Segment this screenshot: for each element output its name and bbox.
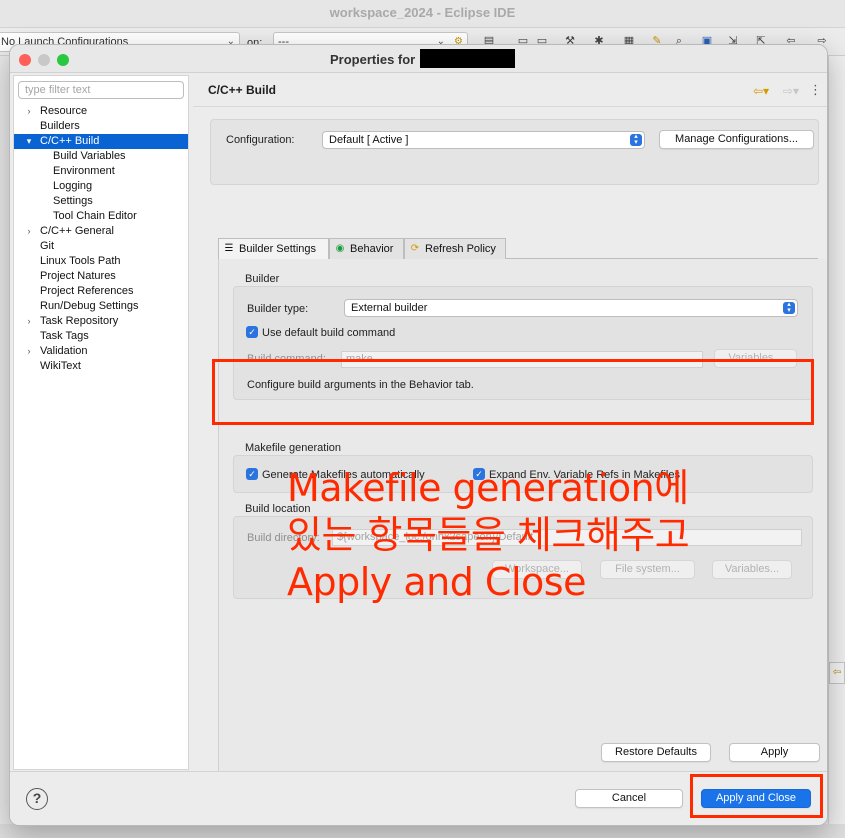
tree-item-settings[interactable]: Settings bbox=[14, 194, 188, 209]
tab-behavior-label: Behavior bbox=[350, 243, 394, 255]
tree-item-label: Resource bbox=[40, 105, 88, 117]
tree-item-label: Build Variables bbox=[53, 150, 126, 162]
tree-item-label: Task Repository bbox=[40, 315, 119, 327]
manage-configurations-button[interactable]: Manage Configurations... bbox=[659, 130, 814, 149]
ide-back-nav-icon[interactable]: ⇦ bbox=[829, 662, 845, 684]
tree-item-run-debug-settings[interactable]: Run/Debug Settings bbox=[14, 299, 188, 314]
select-stepper-icon: ▴ ▾ bbox=[630, 133, 642, 146]
tab-builder-settings-label: Builder Settings bbox=[239, 243, 317, 255]
properties-dialog: Properties for › Resource Builders ▾ C/C++ B… bbox=[9, 44, 828, 826]
generate-makefiles-checkbox[interactable]: ✓ bbox=[246, 468, 258, 480]
back-arrow-icon[interactable]: ⇦▾ bbox=[753, 84, 769, 98]
property-page-tree: › Resource Builders ▾ C/C++ Build Build Varia… bbox=[14, 104, 188, 374]
tree-item-label: Run/Debug Settings bbox=[40, 300, 139, 312]
builder-type-value: External builder bbox=[351, 302, 428, 314]
chevron-right-icon[interactable]: › bbox=[24, 224, 34, 239]
tree-item-linux-tools-path[interactable]: Linux Tools Path bbox=[14, 254, 188, 269]
tree-item-build-variables[interactable]: Build Variables bbox=[14, 149, 188, 164]
tab-refresh-policy-label: Refresh Policy bbox=[425, 243, 496, 255]
tree-item-git[interactable]: Git bbox=[14, 239, 188, 254]
tree-item-environment[interactable]: Environment bbox=[14, 164, 188, 179]
select-stepper-icon: ▴ ▾ bbox=[783, 301, 795, 314]
tree-item-c-c-build[interactable]: ▾ C/C++ Build bbox=[14, 134, 188, 149]
tab-refresh-policy[interactable]: ⟳ Refresh Policy bbox=[404, 238, 506, 260]
builder-type-label: Builder type: bbox=[247, 303, 309, 315]
tree-item-c-c-general[interactable]: › C/C++ General bbox=[14, 224, 188, 239]
behavior-icon: ◉ bbox=[335, 243, 345, 254]
tree-item-label: Builders bbox=[40, 120, 80, 132]
apply-and-close-highlight-box bbox=[690, 774, 823, 818]
view-menu-icon[interactable]: ⋮ bbox=[809, 82, 822, 98]
tab-builder-settings[interactable]: ☰ Builder Settings bbox=[218, 238, 329, 260]
configuration-value: Default [ Active ] bbox=[329, 134, 409, 146]
tree-item-label: Logging bbox=[53, 180, 93, 192]
tree-item-wikitext[interactable]: WikiText bbox=[14, 359, 188, 374]
tree-item-logging[interactable]: Logging bbox=[14, 179, 188, 194]
cancel-button[interactable]: Cancel bbox=[575, 789, 683, 808]
tree-item-label: C/C++ Build bbox=[40, 135, 100, 147]
tree-item-label: Tool Chain Editor bbox=[53, 210, 137, 222]
tree-item-task-tags[interactable]: Task Tags bbox=[14, 329, 188, 344]
dialog-title: Properties for bbox=[330, 52, 416, 67]
tree-item-label: Project Natures bbox=[40, 270, 116, 282]
makefile-highlight-box bbox=[212, 359, 814, 425]
tree-item-label: WikiText bbox=[40, 360, 81, 372]
filter-input[interactable] bbox=[18, 81, 184, 99]
ide-window-title: workspace_2024 - Eclipse IDE bbox=[0, 0, 845, 28]
tree-item-label: C/C++ General bbox=[40, 225, 114, 237]
tree-item-label: Project References bbox=[40, 285, 134, 297]
property-page-tree-panel: › Resource Builders ▾ C/C++ Build Build Varia… bbox=[13, 75, 189, 770]
annotation-line: 있는 항목들을 체크해주고 bbox=[287, 513, 690, 557]
builder-settings-icon: ☰ bbox=[224, 243, 234, 254]
chevron-right-icon[interactable]: › bbox=[24, 104, 34, 119]
refresh-policy-icon: ⟳ bbox=[410, 243, 420, 254]
restore-defaults-button[interactable]: Restore Defaults bbox=[601, 743, 711, 762]
tree-item-label: Settings bbox=[53, 195, 93, 207]
use-default-build-command-label: Use default build command bbox=[262, 327, 396, 339]
tree-item-validation[interactable]: › Validation bbox=[14, 344, 188, 359]
forward-arrow-icon[interactable]: ⇨▾ bbox=[783, 84, 799, 98]
tab-behavior[interactable]: ◉ Behavior bbox=[329, 238, 404, 260]
chevron-right-icon[interactable]: › bbox=[24, 314, 34, 329]
tree-item-label: Task Tags bbox=[40, 330, 89, 342]
tree-item-tool-chain-editor[interactable]: Tool Chain Editor bbox=[14, 209, 188, 224]
tree-item-label: Git bbox=[40, 240, 55, 252]
builder-group-title: Builder bbox=[245, 273, 280, 285]
tree-item-project-natures[interactable]: Project Natures bbox=[14, 269, 188, 284]
close-window-button[interactable] bbox=[19, 54, 31, 66]
zoom-window-button[interactable] bbox=[57, 54, 69, 66]
tree-item-builders[interactable]: Builders bbox=[14, 119, 188, 134]
builder-type-select[interactable]: External builder ▴ ▾ bbox=[344, 299, 798, 317]
dialog-titlebar: Properties for bbox=[10, 45, 827, 73]
ide-right-edge bbox=[828, 56, 845, 838]
annotation-line: Makefile generation에 bbox=[287, 466, 689, 510]
tree-item-resource[interactable]: › Resource bbox=[14, 104, 188, 119]
configuration-group: Configuration: Default [ Active ] ▴ ▾ Man… bbox=[210, 119, 819, 185]
chevron-right-icon[interactable]: › bbox=[24, 344, 34, 359]
tab-bar: ☰ Builder Settings ◉ Behavior ⟳ Refresh … bbox=[218, 238, 818, 260]
page-title: C/C++ Build bbox=[208, 83, 277, 97]
ide-status-strip bbox=[0, 824, 845, 838]
tree-item-label: Environment bbox=[53, 165, 115, 177]
help-icon[interactable]: ? bbox=[26, 788, 48, 810]
redacted-project-name bbox=[420, 49, 515, 68]
apply-button[interactable]: Apply bbox=[729, 743, 820, 762]
tree-item-label: Linux Tools Path bbox=[40, 255, 121, 267]
tree-item-task-repository[interactable]: › Task Repository bbox=[14, 314, 188, 329]
makefile-generation-group-title: Makefile generation bbox=[245, 442, 342, 454]
annotation-line: Apply and Close bbox=[287, 560, 586, 604]
title-separator bbox=[193, 106, 827, 107]
configuration-label: Configuration: bbox=[226, 134, 295, 146]
minimize-window-button[interactable] bbox=[38, 54, 50, 66]
tree-item-project-references[interactable]: Project References bbox=[14, 284, 188, 299]
configuration-select[interactable]: Default [ Active ] ▴ ▾ bbox=[322, 131, 645, 149]
chevron-down-icon[interactable]: ▾ bbox=[24, 134, 34, 149]
instruction-annotation: Makefile generation에 있는 항목들을 체크해주고 Apply… bbox=[287, 465, 737, 606]
tree-item-label: Validation bbox=[40, 345, 88, 357]
use-default-build-command-checkbox[interactable]: ✓ bbox=[246, 326, 258, 338]
